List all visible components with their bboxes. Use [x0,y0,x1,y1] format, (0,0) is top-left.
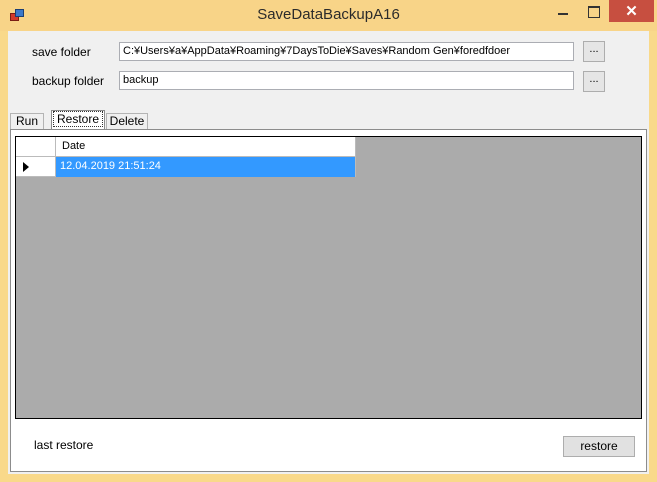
close-icon: ✕ [625,3,638,20]
tab-delete[interactable]: Delete [106,113,148,130]
grid-cell-date[interactable]: 12.04.2019 21:51:24 [56,157,356,177]
title-bar[interactable]: SaveDataBackupA16 ✕ [0,0,657,31]
backup-folder-label: backup folder [32,74,105,88]
row-pointer-icon [23,162,29,172]
grid-corner-header[interactable] [16,137,56,157]
restore-button[interactable]: restore [563,436,635,457]
maximize-button[interactable] [579,0,608,22]
column-header-date[interactable]: Date [56,137,356,157]
last-restore-label: last restore [34,438,94,452]
backup-data-grid[interactable]: Date 12.04.2019 21:51:24 [15,136,642,419]
save-folder-browse-button[interactable]: ... [583,41,605,62]
backup-folder-input[interactable]: backup [119,71,574,90]
tab-restore-label: Restore [52,111,104,127]
main-window: SaveDataBackupA16 ✕ save folder C:¥Users… [0,0,657,482]
backup-folder-browse-button[interactable]: ... [583,71,605,92]
tab-restore[interactable]: Restore [51,110,105,130]
tab-delete-label: Delete [109,114,145,128]
save-folder-label: save folder [32,45,91,59]
minimize-button[interactable] [548,0,579,22]
tab-run[interactable]: Run [10,113,44,130]
row-header[interactable] [16,157,56,177]
tab-run-label: Run [15,114,38,128]
close-button[interactable]: ✕ [609,0,654,22]
save-folder-input[interactable]: C:¥Users¥a¥AppData¥Roaming¥7DaysToDie¥Sa… [119,42,574,61]
